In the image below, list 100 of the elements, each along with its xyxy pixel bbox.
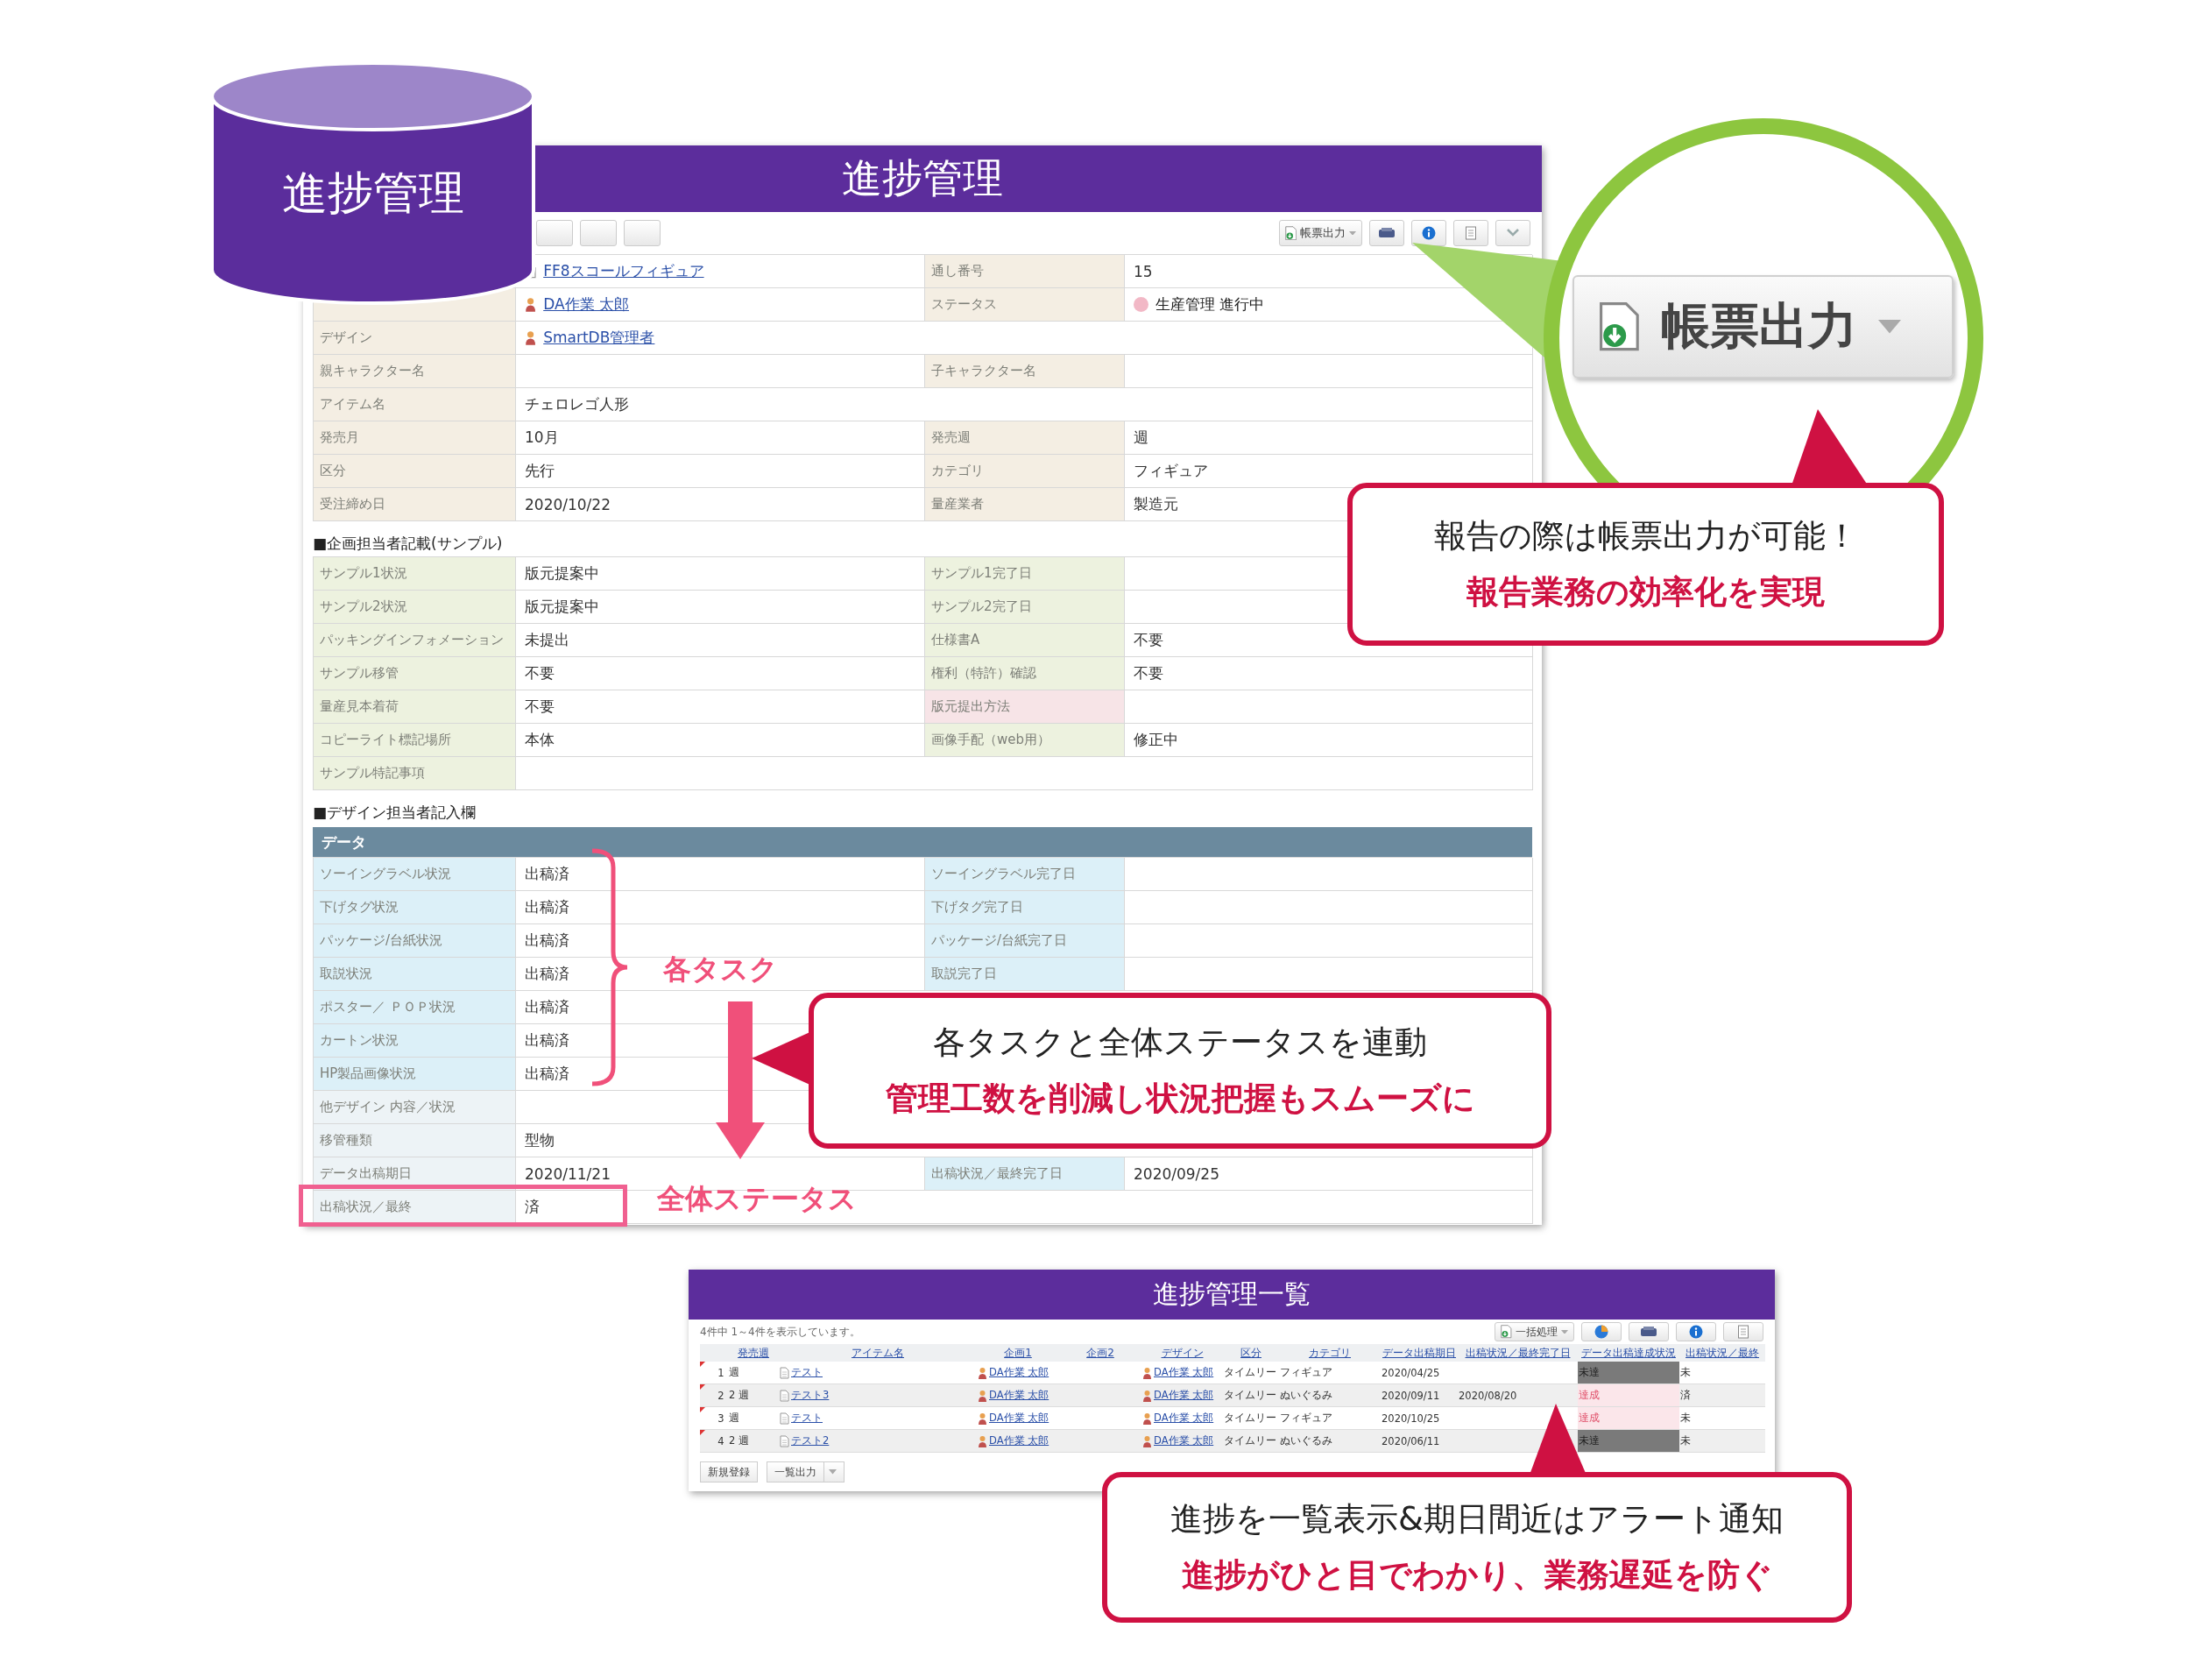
field-label: サンプル移管 — [314, 657, 516, 690]
field-label: HP製品画像状況 — [314, 1058, 516, 1091]
info-icon — [1689, 1325, 1703, 1339]
table-cell: 2020/08/20 — [1458, 1383, 1578, 1407]
bulk-action-button[interactable]: 一括処理 — [1495, 1322, 1574, 1341]
field-label: 区分 — [314, 455, 516, 488]
column-header[interactable]: アイテム名 — [852, 1346, 904, 1359]
table-cell: 2020/06/11 — [1381, 1429, 1458, 1453]
field-value: 10月 — [525, 428, 559, 448]
field-label: カテゴリ — [925, 455, 1125, 488]
record-link[interactable]: テスト2 — [791, 1434, 830, 1447]
field-value: 出稿済 — [525, 864, 569, 884]
field-label: 下げタグ完了日 — [925, 891, 1125, 924]
table-cell: フィギュア — [1279, 1406, 1381, 1430]
field-value: 週 — [1134, 428, 1148, 448]
record-link[interactable]: テスト — [791, 1412, 823, 1424]
window-title: 進捗管理 — [842, 153, 1003, 203]
flag-icon — [700, 1384, 705, 1390]
record-link[interactable]: テスト — [791, 1366, 823, 1378]
table-cell: 未 — [1679, 1362, 1765, 1384]
row-number: 3 — [714, 1406, 728, 1430]
print-button[interactable] — [1629, 1322, 1669, 1341]
document-icon — [780, 1389, 789, 1402]
field-label: サンプル2完了日 — [925, 591, 1125, 624]
field-value: 2020/11/21 — [525, 1164, 611, 1183]
field-label: 移管種類 — [314, 1124, 516, 1157]
table-cell: ぬいぐるみ — [1279, 1429, 1381, 1453]
field-label: ポスター／ ＰＯＰ状況 — [314, 991, 516, 1024]
caret-icon — [1877, 320, 1901, 334]
status-cell: 未達 — [1578, 1429, 1679, 1453]
user-link[interactable]: DA作業 太郎 — [989, 1412, 1049, 1424]
button-label: 帳票出力 — [1660, 296, 1857, 356]
field-value: 不要 — [525, 663, 555, 683]
field-value: チェロレゴ人形 — [525, 394, 629, 414]
field-label: 下げタグ状況 — [314, 891, 516, 924]
export-button[interactable]: 一覧出力 — [767, 1461, 845, 1482]
caret-icon — [1561, 1329, 1568, 1334]
table-cell: ぬいぐるみ — [1279, 1383, 1381, 1407]
field-label: 取説状況 — [314, 958, 516, 991]
user-link[interactable]: DA作業 太郎 — [543, 294, 629, 315]
status-cell: 達成 — [1578, 1383, 1679, 1407]
report-button[interactable]: 帳票出力 — [1278, 220, 1362, 246]
report-button[interactable]: 帳票出力 — [1572, 275, 1954, 379]
field-label: パッケージ/台紙完了日 — [925, 924, 1125, 958]
field-label: 版元提出方法 — [925, 690, 1125, 724]
field-label: サンプル2状況 — [314, 591, 516, 624]
field-label: ソーイングラベル状況 — [314, 858, 516, 891]
status-cell: 未達 — [1578, 1362, 1679, 1384]
field-label: 権利（特許）確認 — [925, 657, 1125, 690]
section-heading: ■デザイン担当者記入欄 — [313, 803, 477, 823]
info-icon — [1422, 226, 1436, 240]
user-link[interactable]: SmartDB管理者 — [543, 328, 655, 348]
new-button[interactable]: 新規登録 — [700, 1461, 758, 1482]
callout-emphasis: 管理工数を削減し状況把握もスムーズに — [885, 1079, 1475, 1119]
field-value: 修正中 — [1134, 730, 1178, 750]
field-label: ステータス — [925, 288, 1125, 322]
result-count: 4件中 1～4件を表示しています。 — [700, 1324, 860, 1340]
table-cell: タイムリー — [1223, 1383, 1279, 1407]
field-label: 出稿状況／最終完了日 — [925, 1157, 1125, 1191]
field-value: 出稿済 — [525, 897, 569, 917]
download-document-icon — [1501, 1325, 1512, 1339]
info-button[interactable] — [1411, 220, 1446, 246]
field-value: 2020/10/22 — [525, 495, 611, 513]
user-link[interactable]: DA作業 太郎 — [1154, 1366, 1214, 1378]
caret-icon — [829, 1469, 837, 1475]
field-value: 出稿済 — [525, 931, 569, 951]
person-icon — [1142, 1412, 1152, 1425]
record-link[interactable]: FF8スコールフィギュア — [543, 261, 704, 281]
expand-button[interactable] — [1495, 220, 1530, 246]
chart-button[interactable] — [1581, 1322, 1622, 1341]
flag-icon — [700, 1407, 705, 1412]
field-value: 型物 — [525, 1130, 555, 1150]
person-icon — [1142, 1366, 1152, 1379]
field-label: 出稿状況／最終 — [314, 1191, 516, 1224]
table-cell: フィギュア — [1279, 1362, 1381, 1384]
field-label: コピーライト標記場所 — [314, 724, 516, 757]
field-label: 他デザイン 内容／状況 — [314, 1091, 516, 1124]
print-button[interactable] — [1369, 220, 1404, 246]
field-label: サンプル1状況 — [314, 557, 516, 591]
download-document-icon — [1599, 301, 1640, 352]
person-icon — [978, 1366, 987, 1379]
field-value: 出稿済 — [525, 1064, 569, 1084]
field-value: 不要 — [1134, 663, 1163, 683]
record-link[interactable]: テスト3 — [791, 1389, 830, 1401]
document-button[interactable] — [1453, 220, 1488, 246]
table-cell: 未 — [1679, 1429, 1765, 1453]
field-label: パッケージ/台紙状況 — [314, 924, 516, 958]
flag-icon — [700, 1362, 705, 1367]
field-label: 親キャラクター名 — [314, 355, 516, 388]
field-label: 量産見本着荷 — [314, 690, 516, 724]
info-button[interactable] — [1676, 1322, 1716, 1341]
person-icon — [525, 330, 537, 345]
user-link[interactable]: DA作業 太郎 — [989, 1366, 1049, 1378]
field-value: 本体 — [525, 730, 555, 750]
field-label: サンプル1完了日 — [925, 557, 1125, 591]
row-number: 4 — [714, 1429, 728, 1453]
document-button[interactable] — [1723, 1322, 1763, 1341]
pie-chart-icon — [1594, 1325, 1608, 1339]
table-cell: 週 — [728, 1362, 779, 1384]
user-link[interactable]: DA作業 太郎 — [1154, 1412, 1214, 1424]
